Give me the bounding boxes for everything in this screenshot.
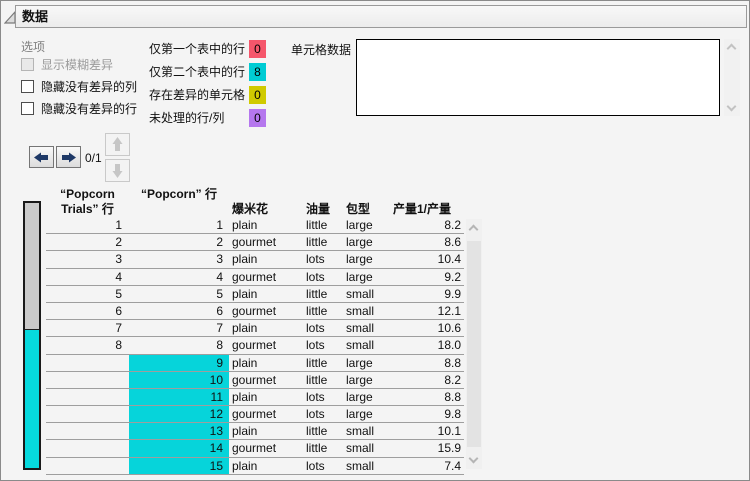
checkbox xyxy=(21,57,34,71)
legend-item: 未处理的行/列 0 xyxy=(149,109,269,127)
legend-item: 存在差异的单元格 0 xyxy=(149,86,269,104)
scroll-up-icon[interactable] xyxy=(468,224,479,235)
column-header-table2-row[interactable]: “Popcorn” 行 xyxy=(129,187,229,217)
column-header-table1-row[interactable]: “Popcorn Trials” 行 xyxy=(46,187,129,217)
options-list: 显示模糊差异 隐藏没有差异的列 隐藏没有差异的行 xyxy=(21,57,146,123)
column-header-batch[interactable]: 包型 xyxy=(344,187,391,217)
legend-item-label: 未处理的行/列 xyxy=(149,111,225,125)
table-row[interactable]: 13 plain little small 10.1 xyxy=(46,423,464,441)
option-checkbox-row: 显示模糊差异 xyxy=(21,57,146,72)
table-body: 1 1 plain little large 8.2 2 2 gourmet l… xyxy=(46,217,464,475)
legend-item: 仅第一个表中的行 0 xyxy=(149,40,269,58)
arrow-up-icon xyxy=(112,137,123,151)
previous-difference-button[interactable] xyxy=(29,146,54,168)
legend-count-badge: 8 xyxy=(249,63,266,81)
difference-counter: 0/1 xyxy=(85,151,102,165)
scroll-up-button[interactable] xyxy=(105,133,130,156)
compare-data-panel: 数据 选项 显示模糊差异 隐藏没有差异的列 隐藏没有差异的行 仅第一个表中的行 … xyxy=(0,0,750,481)
table-row[interactable]: 12 gourmet lots large 9.8 xyxy=(46,406,464,424)
arrow-left-icon xyxy=(34,152,48,162)
table-row[interactable]: 15 plain lots small 7.4 xyxy=(46,457,464,475)
scroll-down-icon[interactable] xyxy=(468,453,479,464)
difference-map-bar[interactable] xyxy=(23,201,41,470)
table-row[interactable]: 6 6 gourmet little small 12.1 xyxy=(46,303,464,321)
next-difference-button[interactable] xyxy=(56,146,81,168)
checkbox[interactable] xyxy=(21,101,34,115)
checkbox-label: 隐藏没有差异的列 xyxy=(41,79,138,94)
table-row[interactable]: 10 gourmet little large 8.2 xyxy=(46,371,464,389)
legend-item-label: 仅第二个表中的行 xyxy=(149,65,246,79)
arrow-down-icon xyxy=(112,164,123,178)
comparison-table: “Popcorn Trials” 行 “Popcorn” 行 爆米花 油量 包型 xyxy=(46,187,464,475)
legend-item-label: 仅第一个表中的行 xyxy=(149,42,246,56)
checkbox-label: 显示模糊差异 xyxy=(41,57,114,72)
legend-item: 仅第二个表中的行 8 xyxy=(149,63,269,81)
table-row[interactable]: 7 7 plain lots small 10.6 xyxy=(46,320,464,338)
table-row[interactable]: 1 1 plain little large 8.2 xyxy=(46,217,464,235)
table-row[interactable]: 5 5 plain little small 9.9 xyxy=(46,286,464,303)
legend-count-badge: 0 xyxy=(249,109,266,127)
checkbox-label: 隐藏没有差异的行 xyxy=(41,101,138,116)
option-checkbox-row: 隐藏没有差异的行 xyxy=(21,101,146,116)
cell-data-label: 单元格数据 xyxy=(291,43,352,57)
table-row[interactable]: 9 plain little large 8.8 xyxy=(46,354,464,372)
table-row[interactable]: 3 3 plain lots large 10.4 xyxy=(46,251,464,269)
legend-count-badge: 0 xyxy=(249,86,266,104)
scroll-up-icon[interactable] xyxy=(726,43,737,54)
column-header-oil[interactable]: 油量 xyxy=(304,187,344,217)
options-section-label: 选项 xyxy=(21,40,46,54)
table-row[interactable]: 14 gourmet little small 15.9 xyxy=(46,440,464,458)
arrow-right-icon xyxy=(62,152,76,162)
legend-item-label: 存在差异的单元格 xyxy=(149,88,246,102)
panel-title[interactable]: 数据 xyxy=(15,5,747,28)
legend: 仅第一个表中的行 0 仅第二个表中的行 8 存在差异的单元格 0 未处理的行/列… xyxy=(149,40,269,132)
cell-data-scrollbar[interactable] xyxy=(724,39,740,116)
cell-data-box[interactable] xyxy=(356,39,720,116)
table-header-row: “Popcorn Trials” 行 “Popcorn” 行 爆米花 油量 包型 xyxy=(46,187,464,217)
table-row[interactable]: 4 4 gourmet lots large 9.2 xyxy=(46,269,464,286)
table-row[interactable]: 8 8 gourmet lots small 18.0 xyxy=(46,337,464,355)
map-only-second-table-segment xyxy=(25,329,39,468)
scrollbar-thumb[interactable] xyxy=(467,241,481,447)
map-matched-rows-segment xyxy=(25,203,39,329)
column-header-popcorn[interactable]: 爆米花 xyxy=(229,187,304,217)
table-scrollbar[interactable] xyxy=(466,219,482,469)
table-row[interactable]: 11 plain lots large 8.8 xyxy=(46,388,464,407)
column-header-yield[interactable]: 产量1/产量 xyxy=(391,187,464,217)
option-checkbox-row: 隐藏没有差异的列 xyxy=(21,79,146,94)
scroll-down-icon[interactable] xyxy=(726,101,737,112)
legend-count-badge: 0 xyxy=(249,40,266,58)
checkbox[interactable] xyxy=(21,79,34,93)
table-row[interactable]: 2 2 gourmet little large 8.6 xyxy=(46,234,464,252)
scroll-down-button[interactable] xyxy=(105,159,130,182)
